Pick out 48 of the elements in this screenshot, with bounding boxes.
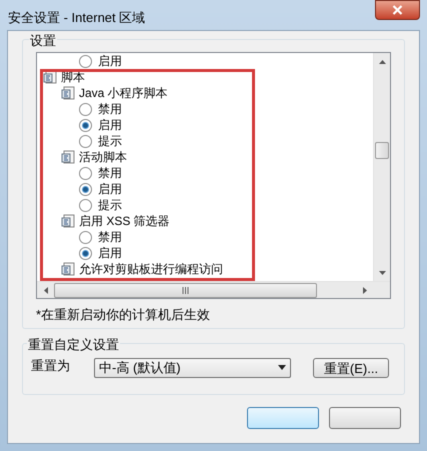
dropdown-arrow-icon (278, 365, 286, 370)
radio-button[interactable] (79, 166, 92, 180)
level-dropdown[interactable]: 中-高 (默认值) (94, 358, 291, 378)
close-icon (392, 5, 403, 15)
option-label: 禁用 (98, 231, 122, 243)
radio-button[interactable] (79, 246, 92, 260)
radio-button[interactable] (79, 118, 92, 132)
setting-label: 启用 XSS 筛选器 (79, 215, 170, 227)
script-icon (61, 214, 75, 228)
radio-button[interactable] (79, 182, 92, 196)
field-label: 重置为 (31, 356, 71, 374)
horizontal-scrollbar[interactable] (37, 281, 390, 298)
setting-label: 允许对剪贴板进行编程访问 (79, 263, 223, 275)
radio-button[interactable] (79, 134, 92, 148)
option-label: 提示 (98, 199, 122, 211)
radio-button[interactable] (79, 102, 92, 116)
option-label: 启用 (98, 119, 122, 131)
dialog-button[interactable] (329, 406, 401, 428)
radio-button[interactable] (79, 54, 92, 68)
option-label: 启用 (98, 247, 122, 259)
option-label: 提示 (98, 135, 122, 147)
script-icon (61, 262, 75, 276)
radio-button[interactable] (79, 198, 92, 212)
settings-list[interactable]: 启用 脚本 Java 小程序脚本 禁用 启用 提示 活动脚本 禁用 启用 提示 启用 XSS 筛选器 禁用 启用 允许对剪贴板进行编程访问 (36, 52, 391, 299)
note-text: *在重新启动你的计算机后生效 (36, 306, 212, 324)
script-icon (61, 150, 75, 164)
scroll-down-icon (378, 270, 386, 274)
scroll-thumb[interactable] (375, 142, 389, 159)
radio-button[interactable] (79, 230, 92, 244)
vertical-scrollbar[interactable] (373, 53, 390, 281)
scroll-right-icon (362, 286, 366, 294)
option-label: 启用 (98, 183, 122, 195)
reset-button[interactable]: 重置(E)... (313, 358, 389, 378)
setting-label: 活动脚本 (79, 151, 127, 163)
grip-icon (182, 286, 189, 294)
script-icon (43, 70, 57, 84)
scroll-thumb[interactable] (54, 282, 317, 298)
option-label: 启用 (98, 55, 122, 67)
option-label: 禁用 (98, 103, 122, 115)
setting-label: Java 小程序脚本 (79, 87, 168, 99)
window-title: 安全设置 - Internet 区域 (7, 9, 146, 27)
script-icon (61, 86, 75, 100)
option-label: 禁用 (98, 167, 122, 179)
dialog-button[interactable] (247, 406, 319, 428)
scroll-left-icon (44, 286, 48, 294)
setting-label: 脚本 (61, 71, 85, 83)
scroll-up-icon (378, 60, 386, 64)
close-button[interactable] (375, 0, 420, 20)
